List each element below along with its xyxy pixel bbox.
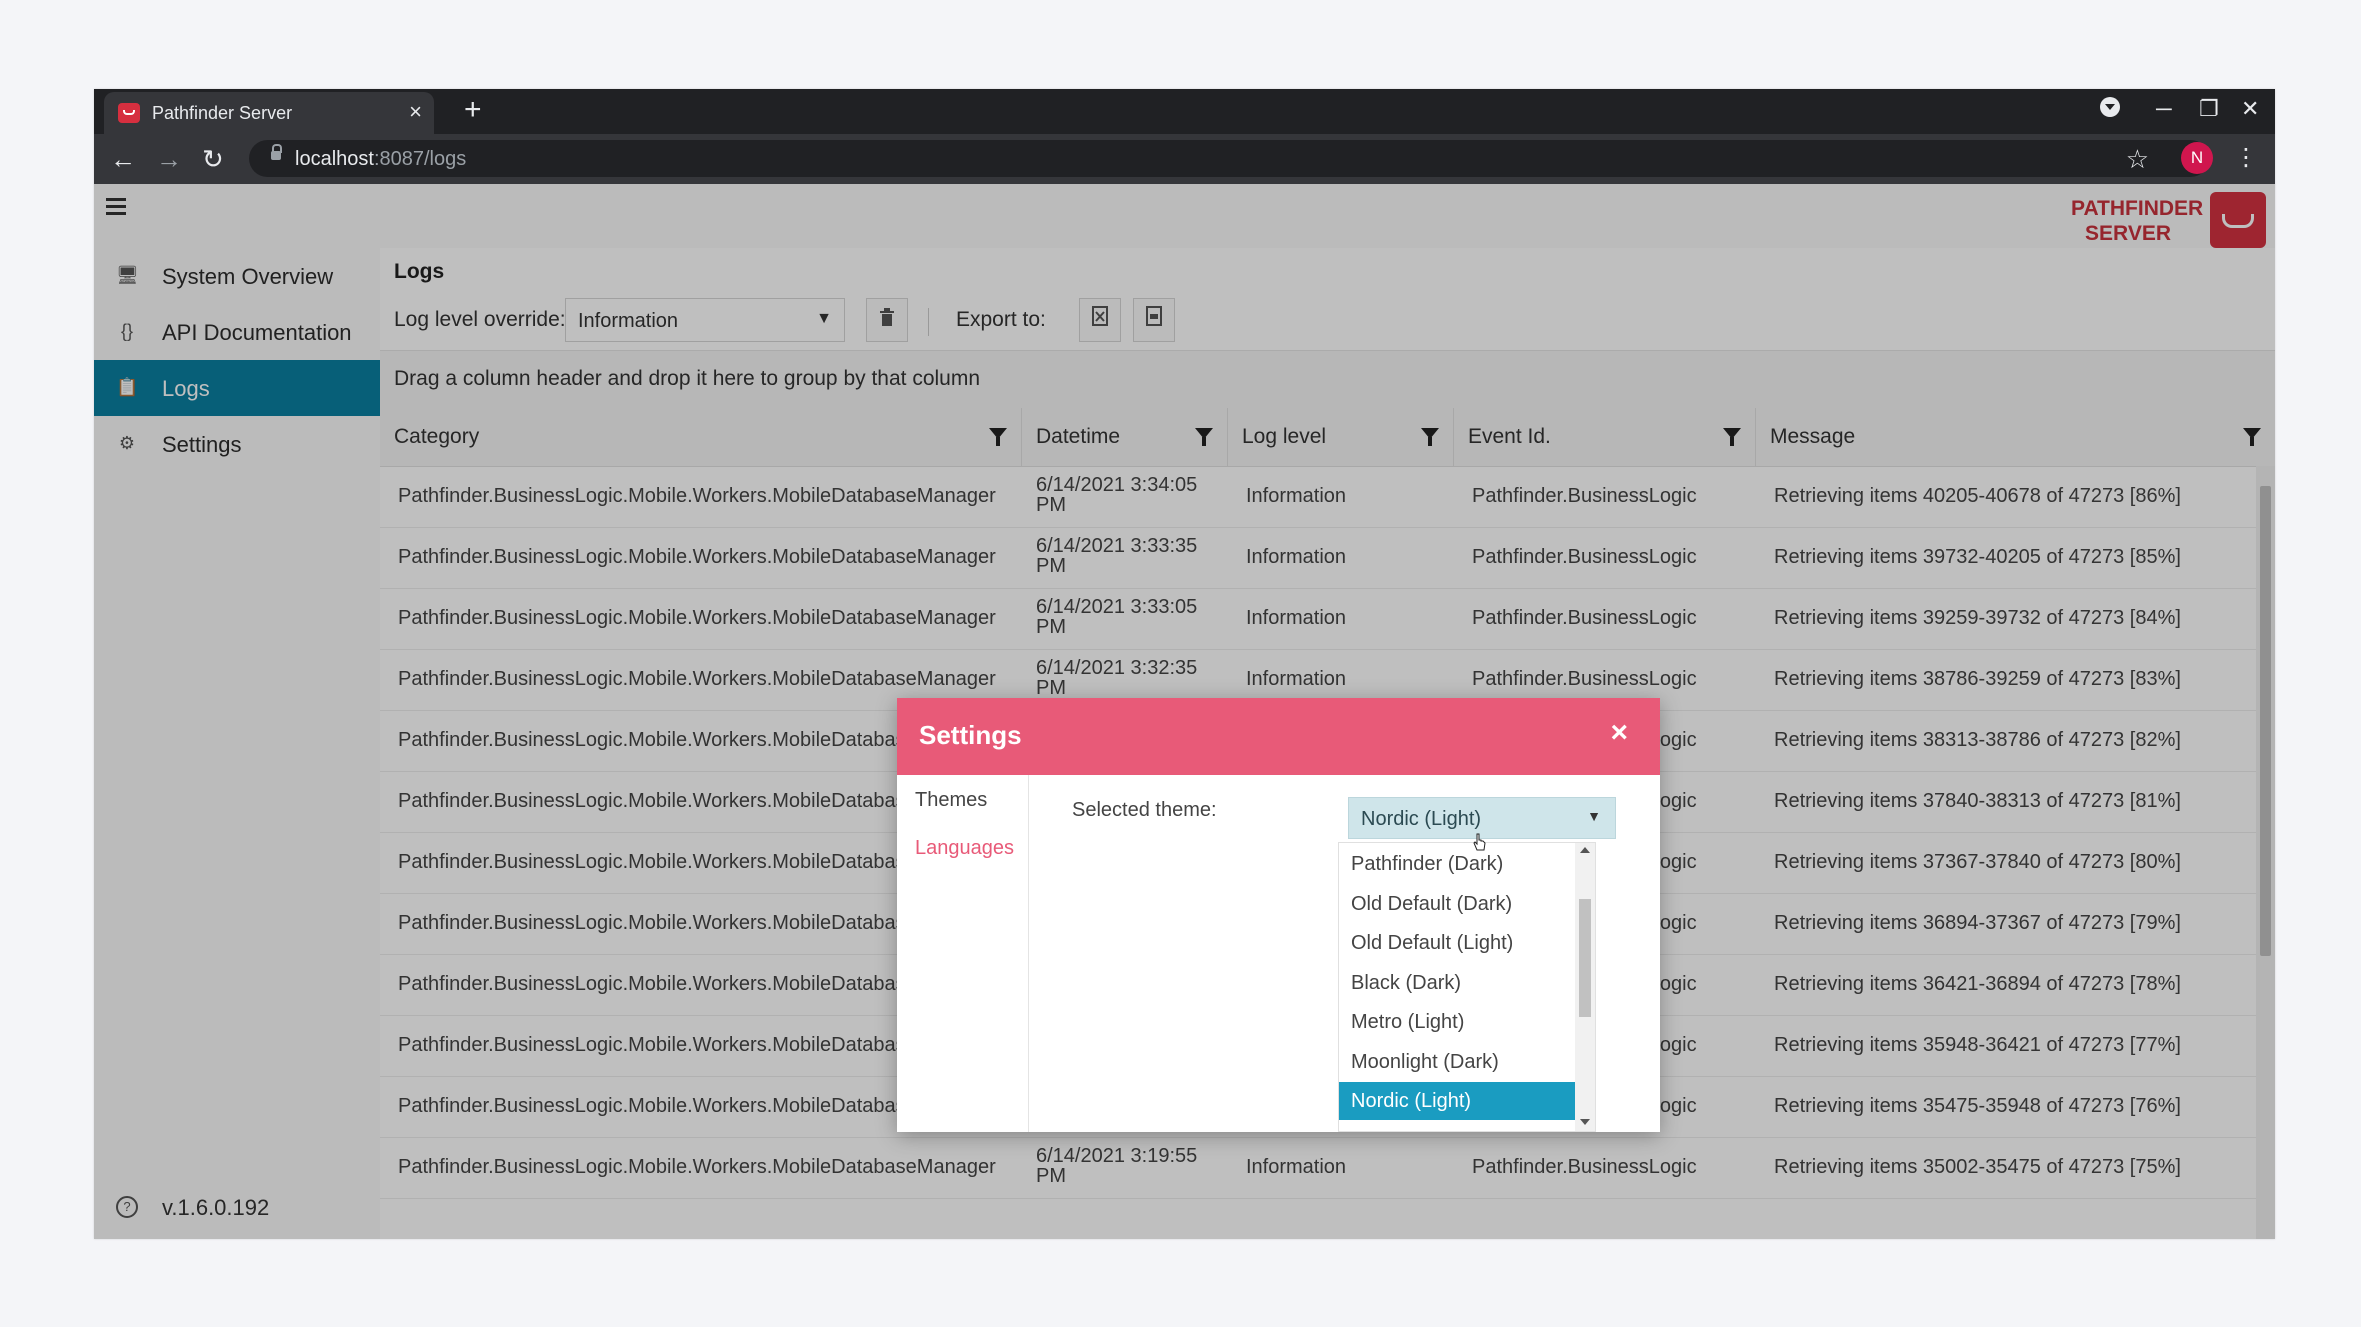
- url-text: localhost:8087/logs: [295, 148, 466, 171]
- restore-button[interactable]: ❐: [2199, 96, 2219, 122]
- theme-option-label: Pathfinder (Dark): [1351, 853, 1504, 875]
- theme-option[interactable]: Nordic (Light): [1339, 1082, 1575, 1120]
- browser-toolbar: ← → ↻ localhost:8087/logs ☆ N ⋮: [94, 134, 2275, 184]
- theme-option[interactable]: Black (Dark): [1339, 964, 1575, 1002]
- address-bar[interactable]: localhost:8087/logs ☆: [249, 140, 2209, 177]
- minimize-button[interactable]: ─: [2156, 96, 2172, 122]
- url-path: :8087/logs: [373, 148, 467, 170]
- dropdown-scrollbar[interactable]: [1575, 843, 1595, 1131]
- close-window-button[interactable]: ✕: [2241, 96, 2259, 122]
- browser-window: Pathfinder Server × + ─ ❐ ✕ ← → ↻ localh…: [94, 89, 2275, 1239]
- forward-button[interactable]: →: [156, 146, 182, 172]
- theme-option-label: Black (Dark): [1351, 971, 1462, 994]
- settings-nav-themes[interactable]: Themes: [915, 789, 987, 812]
- dropdown-scrollbar-thumb[interactable]: [1579, 899, 1591, 1017]
- browser-menu-icon[interactable]: ⋮: [2234, 144, 2258, 172]
- theme-dropdown-value: Nordic (Light): [1361, 808, 1482, 830]
- theme-option-label: Metro (Light): [1351, 1011, 1465, 1033]
- hand-cursor-icon: [1473, 833, 1486, 851]
- settings-nav: Themes Languages: [897, 775, 1029, 1132]
- scroll-down-icon[interactable]: [1580, 1119, 1590, 1125]
- bookmark-star-icon[interactable]: ☆: [2126, 144, 2149, 175]
- theme-option-label: Old Default (Dark): [1351, 892, 1513, 915]
- new-tab-button[interactable]: +: [464, 94, 482, 126]
- theme-option[interactable]: Moonlight (Dark): [1339, 1043, 1575, 1081]
- lock-icon: [271, 144, 282, 160]
- tab-title: Pathfinder Server: [152, 103, 293, 123]
- scroll-up-icon[interactable]: [1580, 847, 1590, 853]
- pathfinder-favicon-icon: [118, 103, 140, 123]
- selected-theme-label: Selected theme:: [1072, 799, 1217, 821]
- tab-strip: Pathfinder Server × + ─ ❐ ✕: [94, 89, 2275, 134]
- dialog-title: Settings: [919, 720, 1022, 750]
- tab-close-icon[interactable]: ×: [409, 100, 422, 124]
- theme-option[interactable]: Old Default (Dark): [1339, 885, 1575, 923]
- close-icon[interactable]: ×: [1610, 718, 1628, 748]
- theme-option-label: Nordic (Light): [1351, 1090, 1472, 1112]
- browser-tab[interactable]: Pathfinder Server ×: [104, 92, 434, 134]
- theme-option-label: Old Default (Light): [1351, 932, 1514, 954]
- reload-button[interactable]: ↻: [202, 146, 224, 172]
- theme-option[interactable]: Old Default (Light): [1339, 924, 1575, 962]
- theme-option-label: Moonlight (Dark): [1351, 1050, 1499, 1073]
- dialog-header: Settings ×: [897, 698, 1660, 775]
- theme-option[interactable]: Pathfinder (Dark): [1339, 845, 1575, 883]
- back-button[interactable]: ←: [110, 146, 136, 172]
- settings-nav-languages[interactable]: Languages: [915, 837, 1014, 860]
- url-host: localhost: [295, 148, 374, 170]
- profile-menu-icon[interactable]: [2099, 96, 2121, 124]
- profile-avatar[interactable]: N: [2181, 142, 2213, 174]
- theme-option[interactable]: Metro (Light): [1339, 1003, 1575, 1041]
- theme-dropdown-list: Nordic (Light) Moonlight (Dark) Metro (Lig…: [1338, 842, 1596, 1132]
- settings-dialog: Settings × Themes Languages Selected the…: [897, 698, 1660, 1132]
- chevron-down-icon: ▼: [1587, 808, 1601, 824]
- app-root: PATHFINDER SERVER 🖥 System Overview {} A…: [94, 184, 2275, 1239]
